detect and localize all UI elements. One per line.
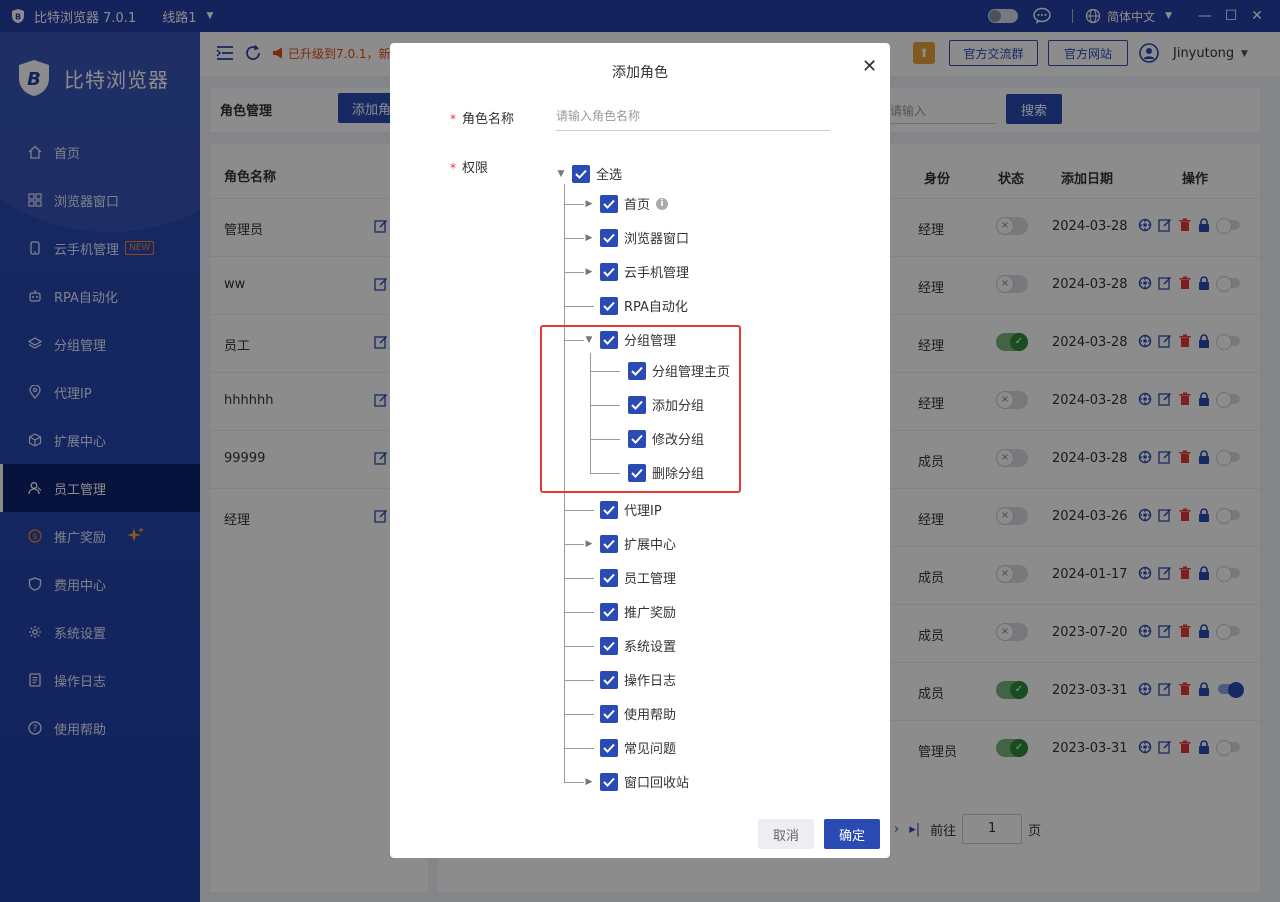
permission-label: 系统设置 [624, 640, 677, 655]
tree-node-perm[interactable]: 操作日志 [600, 670, 676, 689]
tree-node-perm[interactable]: 推广奖励 [600, 602, 676, 621]
tree-node-perm[interactable]: ▶ 窗口回收站 [584, 772, 689, 791]
tree-node-perm[interactable]: 使用帮助 [600, 704, 676, 723]
tree-connector [564, 204, 584, 205]
expand-arrow-icon[interactable]: ▶ [584, 777, 594, 787]
tree-connector [564, 544, 584, 545]
expand-arrow-icon[interactable]: ▶ [584, 199, 594, 209]
tree-connector [564, 748, 594, 749]
permission-label: 操作日志 [624, 674, 677, 689]
tree-connector [564, 646, 594, 647]
permission-label: 推广奖励 [624, 606, 677, 621]
tree-node-perm[interactable]: 常见问题 [600, 738, 676, 757]
permission-label: 全选 [596, 168, 623, 183]
permission-label: 常见问题 [624, 742, 677, 757]
checkbox-checked[interactable] [572, 164, 590, 183]
checkbox-checked[interactable] [600, 194, 618, 213]
tree-connector [564, 306, 594, 307]
tree-node-perm[interactable]: ▶ 浏览器窗口 [584, 228, 689, 247]
checkbox-checked[interactable] [600, 738, 618, 757]
checkbox-checked[interactable] [600, 772, 618, 791]
expand-arrow-icon[interactable]: ▶ [584, 267, 594, 277]
info-icon[interactable]: i [656, 197, 669, 210]
expand-arrow-icon[interactable]: ▶ [584, 539, 594, 549]
tree-connector [564, 510, 594, 511]
permission-label: 窗口回收站 [624, 776, 690, 791]
highlight-box [540, 325, 741, 493]
collapse-arrow-icon[interactable]: ▼ [556, 169, 566, 179]
role-name-input[interactable]: 请输入角色名称 [556, 103, 830, 131]
checkbox-checked[interactable] [600, 262, 618, 281]
checkbox-checked[interactable] [600, 534, 618, 553]
checkbox-checked[interactable] [600, 602, 618, 621]
checkbox-checked[interactable] [600, 500, 618, 519]
cancel-button[interactable]: 取消 [758, 819, 814, 849]
tree-node-perm[interactable]: 系统设置 [600, 636, 676, 655]
permission-label: * 权限 [450, 161, 489, 176]
permission-label: 首页 [624, 198, 651, 213]
tree-connector [564, 714, 594, 715]
tree-connector [564, 238, 584, 239]
close-icon[interactable]: ✕ [862, 56, 877, 77]
permission-label: 使用帮助 [624, 708, 677, 723]
expand-arrow-icon[interactable]: ▶ [584, 233, 594, 243]
permission-label: 浏览器窗口 [624, 232, 690, 247]
checkbox-checked[interactable] [600, 568, 618, 587]
tree-node-perm[interactable]: ▶ 云手机管理 [584, 262, 689, 281]
tree-connector [564, 612, 594, 613]
checkbox-checked[interactable] [600, 636, 618, 655]
permission-label: RPA自动化 [624, 300, 688, 315]
tree-node-perm[interactable]: 员工管理 [600, 568, 676, 587]
dialog-title: 添加角色 [612, 65, 668, 81]
checkbox-checked[interactable] [600, 228, 618, 247]
checkbox-checked[interactable] [600, 670, 618, 689]
tree-node-perm[interactable]: 代理IP [600, 500, 662, 519]
tree-connector [564, 782, 584, 783]
permission-label: 云手机管理 [624, 266, 690, 281]
tree-connector [564, 272, 584, 273]
tree-node-perm[interactable]: ▶ 扩展中心 [584, 534, 676, 553]
checkbox-checked[interactable] [600, 704, 618, 723]
checkbox-checked[interactable] [600, 296, 618, 315]
permission-label: 代理IP [624, 504, 662, 519]
tree-node-select-all[interactable]: ▼ 全选 [556, 164, 622, 183]
confirm-button[interactable]: 确定 [824, 819, 880, 849]
add-role-dialog: 添加角色 ✕ * 角色名称 请输入角色名称 * 权限 ▼ 全选 ▶ 首页 i ▶ 浏览器窗口 ▶ 云… [390, 43, 890, 858]
permission-label: 员工管理 [624, 572, 677, 587]
tree-connector [564, 680, 594, 681]
tree-node-perm[interactable]: ▶ 首页 i [584, 194, 669, 213]
tree-node-perm[interactable]: RPA自动化 [600, 296, 688, 315]
tree-connector [564, 578, 594, 579]
permission-label: 扩展中心 [624, 538, 677, 553]
role-name-label: * 角色名称 [450, 112, 515, 127]
